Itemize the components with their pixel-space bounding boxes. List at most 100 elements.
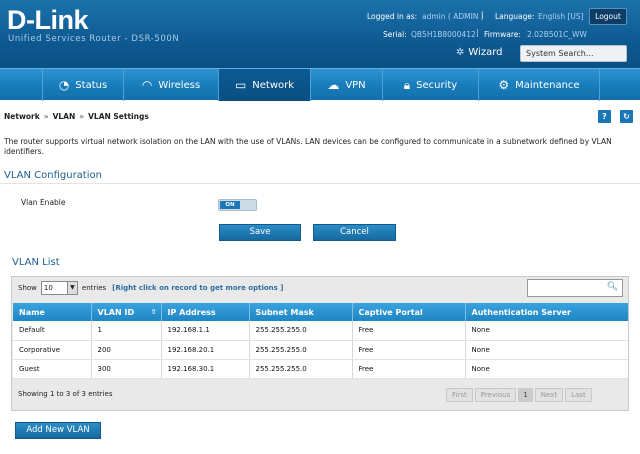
col-ip-address[interactable]: IP Address [161,303,250,321]
main-nav: ◔ Status ◠ Wireless ▭ Network ☁ VPN 🔒︎ Securi… [0,68,640,101]
logged-in-label: Logged in as: [367,12,418,21]
nav-vpn[interactable]: ☁ VPN [310,69,382,101]
wifi-icon: ◠ [141,78,153,92]
serial-value: QB5H1B8000412 [411,30,476,39]
table-row[interactable]: Default 1 192.168.1.1 255.255.255.0 Free None [13,321,628,341]
col-captive-label: Captive Portal [358,307,423,317]
nav-status-label: Status [75,79,108,91]
table-cell: None [465,359,628,379]
breadcrumb: Network» VLAN» VLAN Settings [4,112,149,121]
nav-wireless-label: Wireless [158,79,201,91]
table-cell: 300 [91,359,162,379]
table-cell: 255.255.255.0 [249,359,353,379]
nav-status[interactable]: ◔ Status [42,69,123,101]
table-cell: 192.168.20.1 [161,340,250,360]
nav-security[interactable]: 🔒︎ Security [382,69,478,101]
next-page-button[interactable]: Next [534,388,564,402]
product-subtitle: Unified Services Router - DSR-500N [8,34,180,44]
table-cell: 200 [91,340,162,360]
col-subnet-mask[interactable]: Subnet Mask [249,303,353,321]
col-auth-server[interactable]: Authentication Server [465,303,628,321]
monitor-icon: ▭ [234,78,247,92]
table-row[interactable]: Corporative 200 192.168.20.1 255.255.255.0 F… [13,340,628,360]
table-cell: Free [352,340,466,360]
table-cell: Corporative [13,340,92,360]
vlan-table-panel: Show 10 ▼ entries [Right click on record … [11,276,629,411]
col-vlan-id-label: VLAN ID [97,307,135,317]
vlan-enable-toggle[interactable]: ON [218,199,257,211]
header-divider-2: | [476,28,479,37]
breadcrumb-vlan-settings: VLAN Settings [88,112,149,121]
table-cell: 1 [91,321,162,341]
col-auth-label: Authentication Server [471,307,572,317]
cancel-button[interactable]: Cancel [313,224,396,241]
entries-label: entries [81,284,107,292]
gauge-icon: ◔ [58,78,70,92]
lock-icon: 🔒︎ [403,77,411,92]
vlan-table: Name VLAN ID ⇧ IP Address Subnet Mask Cap… [13,303,628,379]
vlan-list-title: VLAN List [12,257,60,268]
breadcrumb-separator: » [43,112,49,121]
table-cell: Free [352,359,466,379]
dlink-logo: D-Link [7,5,89,35]
table-cell: None [465,340,628,360]
save-button[interactable]: Save [219,224,301,241]
toggle-on-label: ON [220,201,240,209]
nav-maintenance[interactable]: ⚙ Maintenance [478,69,600,101]
col-vlan-id[interactable]: VLAN ID ⇧ [91,303,162,321]
nav-vpn-label: VPN [345,79,366,91]
breadcrumb-network[interactable]: Network [4,112,40,121]
firmware-label: Firmware: [484,30,521,39]
nav-security-label: Security [416,79,458,91]
help-icon[interactable]: ? [598,110,611,123]
col-captive-portal[interactable]: Captive Portal [352,303,466,321]
add-new-vlan-button[interactable]: Add New VLAN [15,422,101,439]
table-cell: None [465,321,628,341]
gear-icon: ⚙ [498,78,510,92]
table-cell: Free [352,321,466,341]
col-ip-label: IP Address [167,307,216,317]
col-subnet-label: Subnet Mask [255,307,314,317]
system-search-input[interactable]: System Search... [520,45,627,62]
divider [0,183,640,184]
table-search-input[interactable]: 🔍︎ [527,279,623,297]
vlan-enable-label: Vlan Enable [21,198,66,207]
wand-icon: ✲ [456,47,465,58]
table-cell: 255.255.255.0 [249,340,353,360]
previous-page-button[interactable]: Previous [474,388,517,402]
nav-wireless[interactable]: ◠ Wireless [123,69,218,101]
col-name[interactable]: Name [13,303,92,321]
table-cell: Default [13,321,92,341]
app-header: D-Link Unified Services Router - DSR-500… [0,0,640,68]
logged-in-user: admin ( ADMIN ) [422,12,484,21]
vlan-configuration-title: VLAN Configuration [4,170,102,181]
cloud-icon: ☁ [327,78,340,92]
show-label: Show [18,284,37,292]
chevron-down-icon: ▼ [66,282,77,294]
nav-maintenance-label: Maintenance [515,79,580,91]
table-cell: 192.168.1.1 [161,321,250,341]
table-info: Showing 1 to 3 of 3 entries [18,390,113,398]
last-page-button[interactable]: Last [565,388,592,402]
firmware-value: 2.02B501C_WW [527,30,587,39]
sort-asc-icon: ⇧ [150,307,157,316]
pagination: First Previous 1 Next Last [446,388,592,402]
col-name-label: Name [19,307,45,317]
nav-network[interactable]: ▭ Network [218,69,310,101]
table-cell: 192.168.30.1 [161,359,250,379]
breadcrumb-vlan[interactable]: VLAN [53,112,76,121]
logout-button[interactable]: Logout [589,8,627,25]
breadcrumb-separator: » [79,112,85,121]
first-page-button[interactable]: First [446,388,473,402]
entries-value: 10 [43,284,53,292]
entries-control: Show 10 ▼ entries [Right click on record … [18,281,283,295]
language-selector[interactable]: English [US] [538,12,584,21]
nav-network-label: Network [252,79,295,91]
wizard-link[interactable]: ✲ Wizard [456,47,503,58]
refresh-icon[interactable]: ↻ [620,110,633,123]
table-row[interactable]: Guest 300 192.168.30.1 255.255.255.0 Free Non… [13,359,628,379]
current-page[interactable]: 1 [518,388,533,402]
entries-select[interactable]: 10 ▼ [40,281,78,295]
table-cell: Guest [13,359,92,379]
right-click-hint: [Right click on record to get more optio… [112,284,284,292]
